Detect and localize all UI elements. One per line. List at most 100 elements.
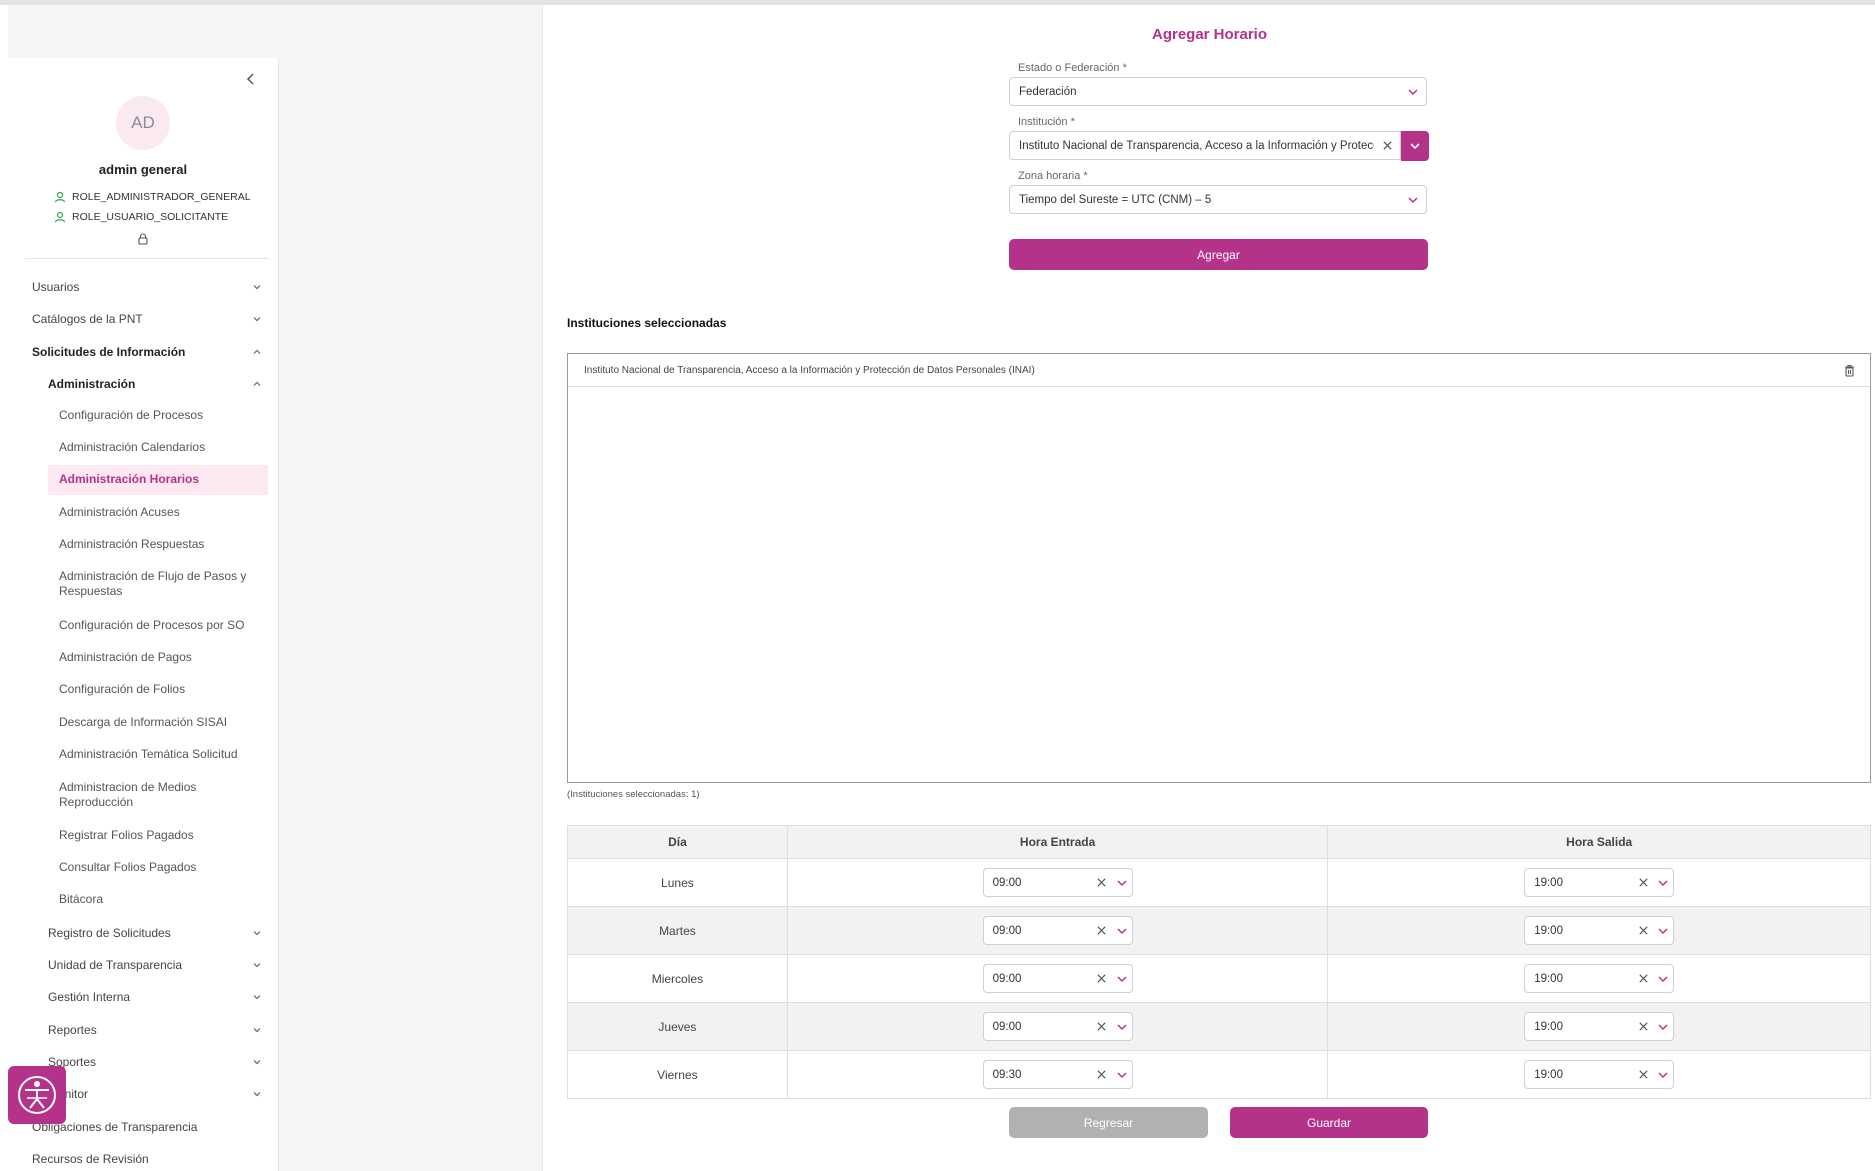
selected-count: (Instituciones seleccionadas: 1)	[567, 789, 700, 800]
role-label: ROLE_ADMINISTRADOR_GENERAL	[72, 191, 251, 203]
menu-item-catalogos[interactable]: Catálogos de la PNT	[32, 310, 262, 328]
table-row: Miercoles 09:00 19:00	[567, 954, 1871, 1003]
chevron-down-icon[interactable]	[1400, 194, 1426, 206]
time-value: 19:00	[1534, 972, 1563, 985]
avatar: AD	[116, 96, 170, 150]
estado-label: Estado o Federación *	[1018, 62, 1127, 74]
zona-select[interactable]: Tiempo del Sureste = UTC (CNM) – 5	[1009, 185, 1427, 214]
clear-icon[interactable]	[1633, 925, 1653, 936]
entrada-select[interactable]: 09:00	[982, 964, 1133, 993]
user-icon	[54, 211, 66, 223]
regresar-button[interactable]: Regresar	[1009, 1107, 1208, 1138]
time-value: 09:00	[992, 924, 1022, 937]
chevron-down-icon[interactable]	[1653, 1069, 1673, 1081]
lock-icon[interactable]	[136, 232, 150, 246]
institucion-label: Institución *	[1018, 116, 1075, 128]
chevron-down-icon[interactable]	[1112, 925, 1132, 937]
sub-item-active[interactable]: Administración Horarios	[59, 472, 259, 487]
day-cell: Martes	[567, 906, 788, 955]
sub-item[interactable]: Administración de Flujo de Pasos y Respu…	[59, 569, 259, 599]
guardar-button[interactable]: Guardar	[1230, 1107, 1428, 1138]
clear-icon[interactable]	[1092, 925, 1112, 936]
time-value: 09:00	[992, 972, 1022, 985]
chevron-down-icon[interactable]	[1112, 877, 1132, 889]
chevron-down-icon[interactable]	[1112, 1021, 1132, 1033]
clear-icon[interactable]	[1633, 973, 1653, 984]
menu-item-gestion[interactable]: Gestión Interna	[48, 988, 262, 1006]
salida-select[interactable]: 19:00	[1524, 964, 1675, 993]
header-hora-salida: Hora Salida	[1327, 825, 1871, 859]
sub-item[interactable]: Descarga de Información SISAI	[59, 715, 259, 730]
menu-label: Recursos de Revisión	[32, 1152, 149, 1166]
header-hora-entrada: Hora Entrada	[786, 825, 1329, 859]
sub-item[interactable]: Consultar Folios Pagados	[59, 860, 259, 875]
salida-select[interactable]: 19:00	[1524, 1012, 1675, 1041]
clear-icon[interactable]	[1374, 140, 1400, 151]
sub-item[interactable]: Configuración de Procesos	[59, 408, 259, 423]
time-value: 19:00	[1534, 876, 1563, 889]
sub-item[interactable]: Bitácora	[59, 892, 259, 907]
sub-item[interactable]: Administración Temática Solicitud	[59, 747, 259, 762]
time-value: 19:00	[1534, 1068, 1563, 1081]
clear-icon[interactable]	[1633, 1069, 1653, 1080]
agregar-button[interactable]: Agregar	[1009, 239, 1428, 270]
list-item: Instituto Nacional de Transparencia, Acc…	[568, 354, 1870, 387]
menu-item-registro[interactable]: Registro de Solicitudes	[48, 924, 262, 942]
day-cell: Viernes	[567, 1050, 788, 1099]
chevron-up-icon	[253, 381, 261, 386]
clear-icon[interactable]	[1092, 1069, 1112, 1080]
entrada-select[interactable]: 09:00	[982, 1012, 1133, 1041]
zona-label: Zona horaria *	[1018, 170, 1088, 182]
collapse-sidebar-icon[interactable]	[244, 72, 258, 86]
menu-item-solicitudes[interactable]: Solicitudes de Información	[32, 343, 262, 361]
clear-icon[interactable]	[1092, 1021, 1112, 1032]
menu-item-soportes[interactable]: Soportes	[48, 1053, 262, 1071]
table-header-row: Día Hora Entrada Hora Salida	[567, 825, 1871, 859]
chevron-down-icon[interactable]	[1653, 973, 1673, 985]
sub-item[interactable]: Registrar Folios Pagados	[59, 828, 259, 843]
clear-icon[interactable]	[1633, 877, 1653, 888]
table-row: Jueves 09:00 19:00	[567, 1002, 1871, 1051]
institution-name: Instituto Nacional de Transparencia, Acc…	[584, 364, 1035, 376]
menu-item-unidad[interactable]: Unidad de Transparencia	[48, 956, 262, 974]
day-cell: Miercoles	[567, 954, 788, 1003]
sub-item[interactable]: Administracion de Medios Reproducción	[59, 780, 259, 810]
chevron-down-icon[interactable]	[1112, 1069, 1132, 1081]
menu-item-monitor[interactable]: Monitor	[48, 1085, 262, 1103]
clear-icon[interactable]	[1092, 973, 1112, 984]
sub-item[interactable]: Administración Calendarios	[59, 440, 259, 455]
clear-icon[interactable]	[1633, 1021, 1653, 1032]
chevron-down-icon	[253, 285, 261, 290]
chevron-down-icon[interactable]	[1112, 973, 1132, 985]
accessibility-button[interactable]	[8, 1066, 66, 1124]
sub-item[interactable]: Administración Respuestas	[59, 537, 259, 552]
sub-item[interactable]: Administración de Pagos	[59, 650, 259, 665]
institucion-dropdown-button[interactable]	[1401, 131, 1429, 161]
menu-item-usuarios[interactable]: Usuarios	[32, 278, 262, 296]
estado-select[interactable]: Federación	[1009, 77, 1427, 106]
sub-item[interactable]: Configuración de Procesos por SO	[59, 618, 259, 633]
menu-item-obligaciones[interactable]: Obligaciones de Transparencia	[32, 1118, 262, 1136]
menu-item-reportes[interactable]: Reportes	[48, 1021, 262, 1039]
menu-item-administracion[interactable]: Administración	[48, 375, 262, 393]
entrada-select[interactable]: 09:30	[982, 1060, 1133, 1089]
institucion-select[interactable]: Instituto Nacional de Transparencia, Acc…	[1009, 131, 1401, 160]
menu-label: Unidad de Transparencia	[48, 958, 183, 972]
day-cell: Jueves	[567, 1002, 788, 1051]
entrada-select[interactable]: 09:00	[982, 868, 1133, 897]
menu-item-recursos[interactable]: Recursos de Revisión	[32, 1150, 262, 1168]
chevron-down-icon[interactable]	[1653, 877, 1673, 889]
entrada-select[interactable]: 09:00	[982, 916, 1133, 945]
sub-item[interactable]: Configuración de Folios	[59, 682, 259, 697]
clear-icon[interactable]	[1092, 877, 1112, 888]
time-value: 19:00	[1534, 1020, 1563, 1033]
salida-select[interactable]: 19:00	[1524, 916, 1675, 945]
sub-item[interactable]: Administración Acuses	[59, 505, 259, 520]
schedule-table: Día Hora Entrada Hora Salida Lunes 09:00…	[567, 825, 1871, 1099]
salida-select[interactable]: 19:00	[1524, 1060, 1675, 1089]
salida-select[interactable]: 19:00	[1524, 868, 1675, 897]
trash-icon[interactable]	[1843, 364, 1856, 377]
chevron-down-icon[interactable]	[1653, 1021, 1673, 1033]
chevron-down-icon[interactable]	[1400, 86, 1426, 98]
chevron-down-icon[interactable]	[1653, 925, 1673, 937]
